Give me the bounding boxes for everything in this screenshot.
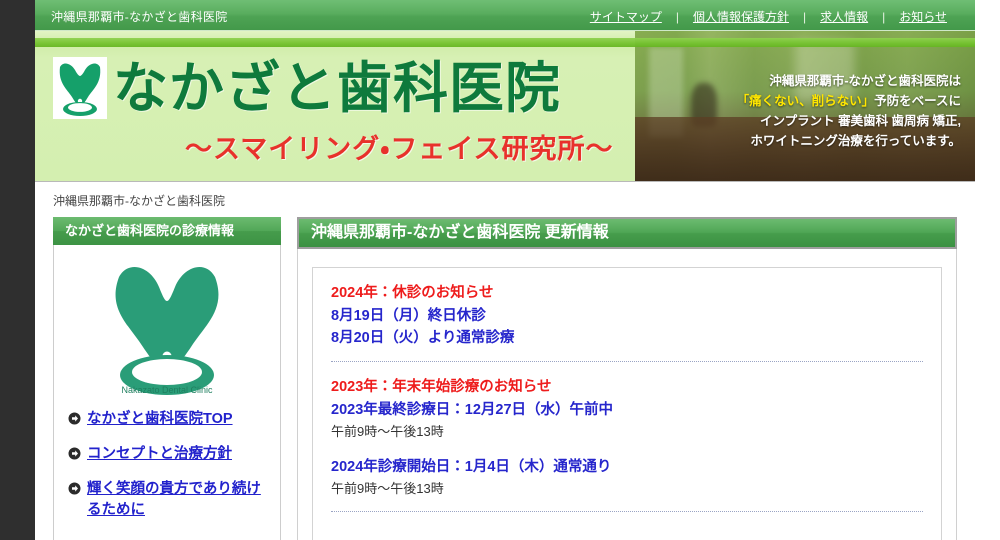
- news-line: 8月19日（月）終日休診: [331, 308, 486, 324]
- sidebar-item-label[interactable]: コンセプトと治療方針: [87, 444, 232, 465]
- page-right-gutter: [975, 0, 1000, 540]
- news-line: 2024年診療開始日：1月4日（木）通常通り: [331, 459, 612, 475]
- news-box: 2024年：休診のお知らせ 8月19日（月）終日休診 8月20日（火）より通常診…: [312, 267, 942, 540]
- sidebar-heading: なかざと歯科医院の診療情報: [53, 217, 281, 245]
- logo-subtitle: ～スマイリング・フェイス研究所～: [185, 134, 614, 164]
- tagline-line-4: ホワイトニング治療を行っています。: [750, 134, 961, 148]
- news-title: 2023年：年末年始診療のお知らせ: [331, 379, 552, 395]
- tagline-highlight: 「痛くない、削らない」: [736, 94, 875, 108]
- news-divider: [331, 511, 923, 512]
- sidebar: なかざと歯科医院の診療情報 Nakazato Dental Clinic なかざ…: [53, 217, 281, 540]
- news-line: 午前9時～午後13時: [331, 424, 444, 439]
- main-body: 2024年：休診のお知らせ 8月19日（月）終日休診 8月20日（火）より通常診…: [297, 249, 957, 540]
- site-banner: なかざと歯科医院 ～スマイリング・フェイス研究所～ 沖縄県那覇市-なかざと歯科医…: [35, 31, 975, 181]
- top-nav-privacy-policy[interactable]: 個人情報保護方針: [679, 8, 803, 25]
- arrow-circle-icon: [68, 447, 81, 460]
- news-line: 8月20日（火）より通常診療: [331, 330, 515, 346]
- arrow-circle-icon: [68, 482, 81, 495]
- main-panel: 沖縄県那覇市-なかざと歯科医院 更新情報 2024年：休診のお知らせ 8月19日…: [297, 217, 957, 540]
- news-line: 2023年最終診療日：12月27日（水）午前中: [331, 402, 614, 418]
- page-root: 沖縄県那覇市-なかざと歯科医院 サイトマップ | 個人情報保護方針 | 求人情報…: [0, 0, 1000, 540]
- site-name: 沖縄県那覇市-なかざと歯科医院: [51, 10, 228, 24]
- banner-green-stripe: [35, 38, 975, 47]
- tooth-logo-icon: [53, 57, 107, 119]
- tagline-line-1: 沖縄県那覇市-なかざと歯科医院は: [769, 74, 961, 88]
- sidebar-link-list: なかざと歯科医院TOP コンセプトと治療方針 輝く笑顔の貴方であり続けるために: [64, 409, 270, 521]
- news-divider: [331, 361, 923, 362]
- page-title: 沖縄県那覇市-なかざと歯科医院 更新情報: [297, 217, 957, 249]
- page-frame: 沖縄県那覇市-なかざと歯科医院 サイトマップ | 個人情報保護方針 | 求人情報…: [35, 0, 975, 540]
- logo-text: なかざと歯科医院: [113, 57, 562, 119]
- arrow-circle-icon: [68, 412, 81, 425]
- news-spacer: [331, 442, 923, 456]
- news-line: 午前9時～午後13時: [331, 481, 444, 496]
- top-bar: 沖縄県那覇市-なかざと歯科医院 サイトマップ | 個人情報保護方針 | 求人情報…: [35, 0, 975, 31]
- breadcrumb: 沖縄県那覇市-なかざと歯科医院: [53, 194, 225, 208]
- site-logo[interactable]: なかざと歯科医院: [53, 57, 561, 119]
- sidebar-item-label[interactable]: なかざと歯科医院TOP: [87, 409, 233, 430]
- sidebar-item-concept[interactable]: コンセプトと治療方針: [64, 444, 270, 465]
- tagline-line-3: インプラント 審美歯科 歯周病 矯正,: [759, 114, 961, 128]
- news-item: 2023年：年末年始診療のお知らせ 2023年最終診療日：12月27日（水）午前…: [331, 376, 923, 499]
- clinic-logo-icon: Nakazato Dental Clinic: [64, 253, 270, 403]
- banner-tagline: 沖縄県那覇市-なかざと歯科医院は 「痛くない、削らない」予防をベースに インプラ…: [631, 71, 961, 151]
- news-item: 2024年：休診のお知らせ 8月19日（月）終日休診 8月20日（火）より通常診…: [331, 282, 923, 349]
- sidebar-item-top[interactable]: なかざと歯科医院TOP: [64, 409, 270, 430]
- sidebar-body: Nakazato Dental Clinic なかざと歯科医院TOP コンセプト…: [53, 245, 281, 540]
- sidebar-item-label[interactable]: 輝く笑顔の貴方であり続けるために: [87, 479, 270, 521]
- news-title: 2024年：休診のお知らせ: [331, 285, 494, 301]
- top-nav-recruit[interactable]: 求人情報: [806, 8, 882, 25]
- top-nav-sitemap[interactable]: サイトマップ: [576, 8, 676, 25]
- top-nav: サイトマップ | 個人情報保護方針 | 求人情報 | お知らせ: [576, 8, 961, 25]
- tagline-line-2-rest: 予防をベースに: [874, 94, 961, 108]
- clinic-logo-caption: Nakazato Dental Clinic: [121, 385, 213, 395]
- top-nav-news[interactable]: お知らせ: [885, 8, 961, 25]
- content-area: 沖縄県那覇市-なかざと歯科医院 なかざと歯科医院の診療情報 Nakazato D…: [35, 181, 975, 540]
- tagline-line-2: 「痛くない、削らない」予防をベースに: [631, 91, 961, 111]
- sidebar-item-smile[interactable]: 輝く笑顔の貴方であり続けるために: [64, 479, 270, 521]
